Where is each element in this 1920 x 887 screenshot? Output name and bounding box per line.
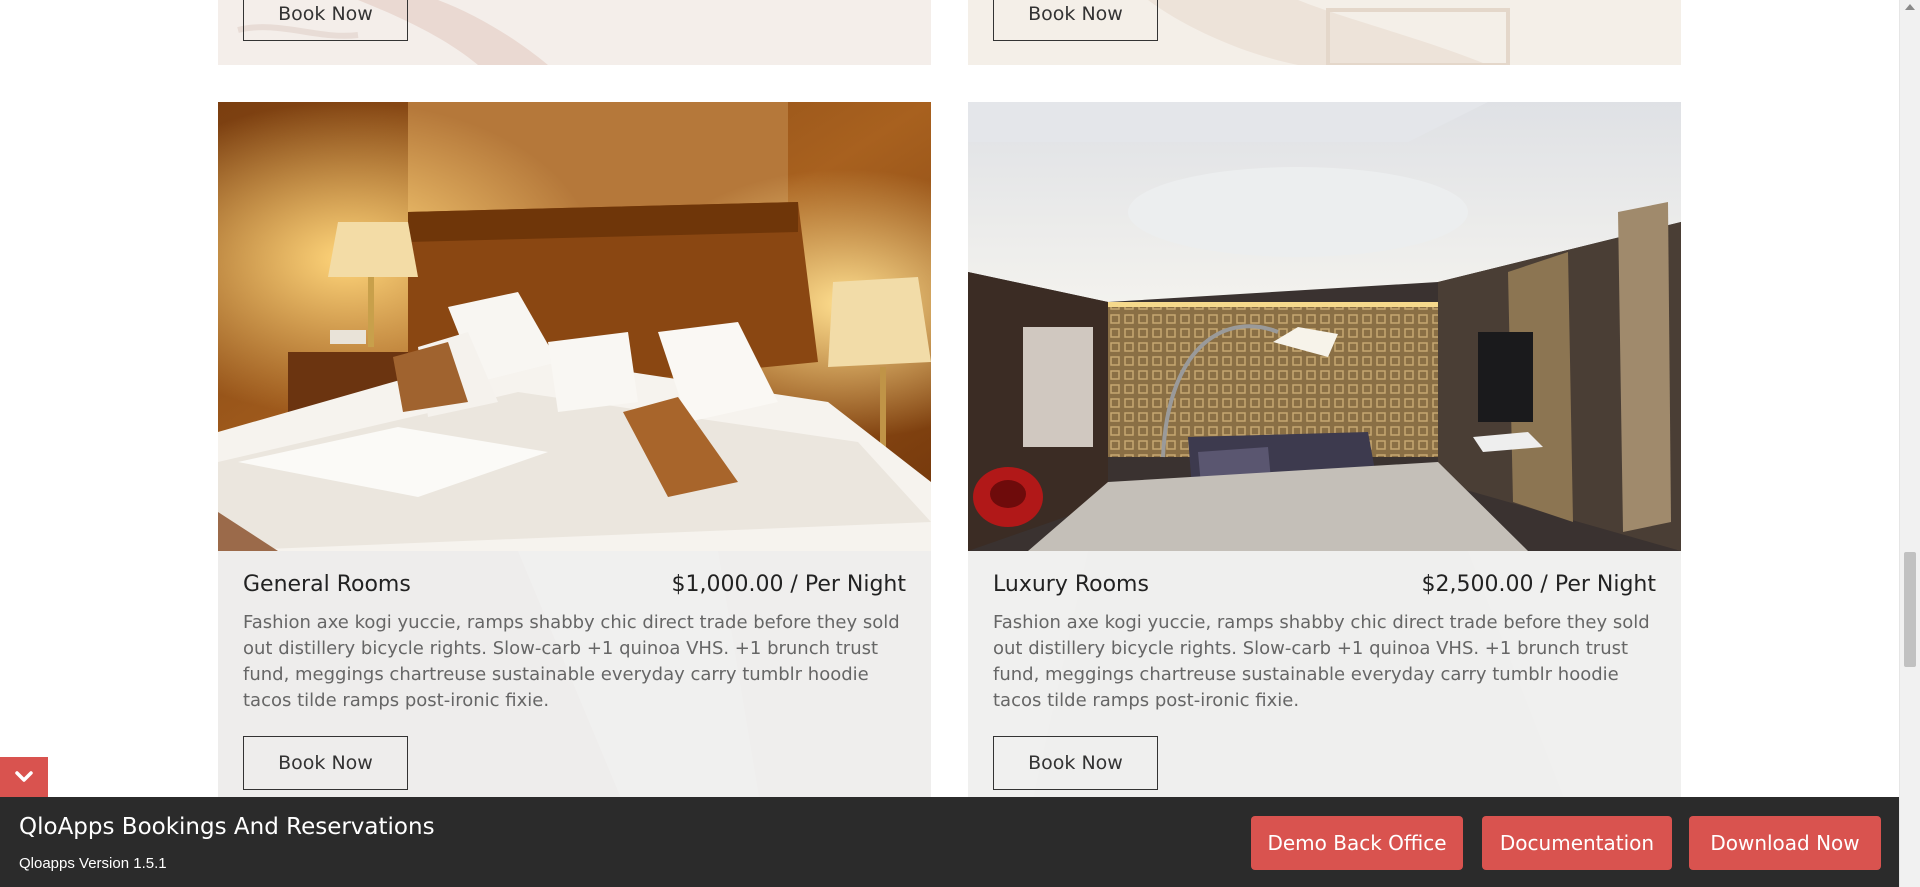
book-now-button-top-left[interactable]: Book Now	[243, 0, 408, 41]
book-now-button-luxury[interactable]: Book Now	[993, 736, 1158, 790]
room-photo-luxury	[968, 102, 1681, 551]
page-scrollbar[interactable]	[1899, 0, 1920, 887]
scroll-up-arrow-icon[interactable]	[1905, 4, 1915, 10]
footer-title: QloApps Bookings And Reservations	[19, 814, 435, 840]
room-description: Fashion axe kogi yuccie, ramps shabby ch…	[243, 612, 900, 711]
room-card-top-right: Book Now	[968, 0, 1681, 65]
documentation-button[interactable]: Documentation	[1482, 816, 1672, 870]
scrollbar-thumb[interactable]	[1904, 552, 1916, 667]
footer-toggle-button[interactable]	[0, 757, 48, 797]
demo-back-office-button[interactable]: Demo Back Office	[1251, 816, 1463, 870]
room-price: $1,000.00 / Per Night	[671, 572, 906, 597]
footer-version: Qloapps Version 1.5.1	[19, 855, 167, 872]
download-now-button[interactable]: Download Now	[1689, 816, 1881, 870]
room-name: General Rooms	[243, 572, 411, 597]
room-description: Fashion axe kogi yuccie, ramps shabby ch…	[993, 612, 1650, 711]
chevron-down-icon	[15, 771, 33, 782]
room-photo-general	[218, 102, 931, 551]
room-price: $2,500.00 / Per Night	[1421, 572, 1656, 597]
book-now-button-top-right[interactable]: Book Now	[993, 0, 1158, 41]
room-name: Luxury Rooms	[993, 572, 1149, 597]
room-card-top-left: Book Now	[218, 0, 931, 65]
demo-footer-bar: QloApps Bookings And Reservations Qloapp…	[0, 797, 1899, 887]
book-now-button-general[interactable]: Book Now	[243, 736, 408, 790]
room-card-luxury: Luxury Rooms $2,500.00 / Per Night Fashi…	[968, 102, 1681, 797]
room-card-general: General Rooms $1,000.00 / Per Night Fash…	[218, 102, 931, 797]
